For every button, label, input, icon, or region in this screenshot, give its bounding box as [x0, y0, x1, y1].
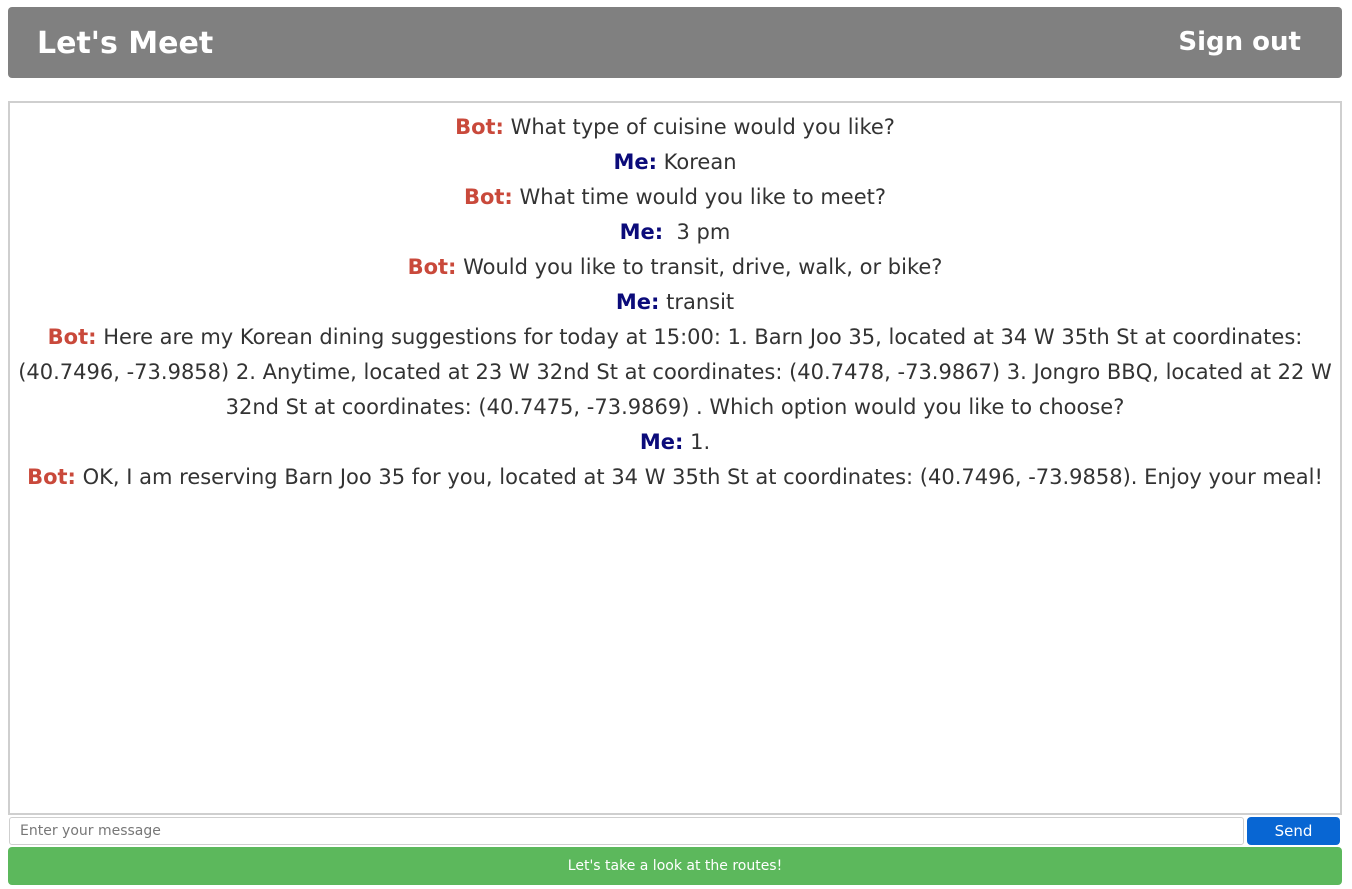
message-text: Korean: [657, 150, 737, 174]
chat-message: Bot: What time would you like to meet?: [10, 180, 1340, 215]
message-composer: Send: [8, 815, 1342, 847]
message-sender: Me:: [615, 290, 660, 314]
message-text: Here are my Korean dining suggestions fo…: [18, 325, 1332, 419]
message-sender: Me:: [613, 150, 657, 174]
chat-window[interactable]: Bot: What type of cuisine would you like…: [8, 101, 1342, 815]
view-routes-button[interactable]: Let's take a look at the routes!: [8, 847, 1342, 885]
message-text: What time would you like to meet?: [512, 185, 887, 209]
message-sender: Me:: [639, 430, 684, 454]
message-sender: Me:: [619, 220, 664, 244]
message-list: Bot: What type of cuisine would you like…: [10, 103, 1340, 495]
chat-message: Bot: Here are my Korean dining suggestio…: [10, 320, 1340, 425]
message-sender: Bot:: [47, 325, 97, 349]
message-text: Would you like to transit, drive, walk, …: [456, 255, 943, 279]
chat-message: Bot: Would you like to transit, drive, w…: [10, 250, 1340, 285]
send-button[interactable]: Send: [1247, 817, 1340, 845]
message-text: OK, I am reserving Barn Joo 35 for you, …: [75, 465, 1323, 489]
message-text: 3 pm: [663, 220, 731, 244]
message-text: transit: [659, 290, 735, 314]
message-text: What type of cuisine would you like?: [503, 115, 895, 139]
chat-message: Bot: What type of cuisine would you like…: [10, 110, 1340, 145]
message-sender: Bot:: [27, 465, 76, 489]
chat-message: Me: transit: [10, 285, 1340, 320]
chat-message: Bot: OK, I am reserving Barn Joo 35 for …: [10, 460, 1340, 495]
app-header: Let's Meet Sign out: [8, 7, 1342, 78]
message-sender: Bot:: [455, 115, 504, 139]
chat-message: Me: Korean: [10, 145, 1340, 180]
app-title: Let's Meet: [37, 26, 214, 61]
sign-out-link[interactable]: Sign out: [1178, 29, 1301, 55]
chat-message: Me: 1.: [10, 425, 1340, 460]
message-input[interactable]: [9, 817, 1244, 845]
message-text: 1.: [683, 430, 711, 454]
message-sender: Bot:: [463, 185, 513, 209]
message-sender: Bot:: [407, 255, 457, 279]
chat-message: Me: 3 pm: [10, 215, 1340, 250]
